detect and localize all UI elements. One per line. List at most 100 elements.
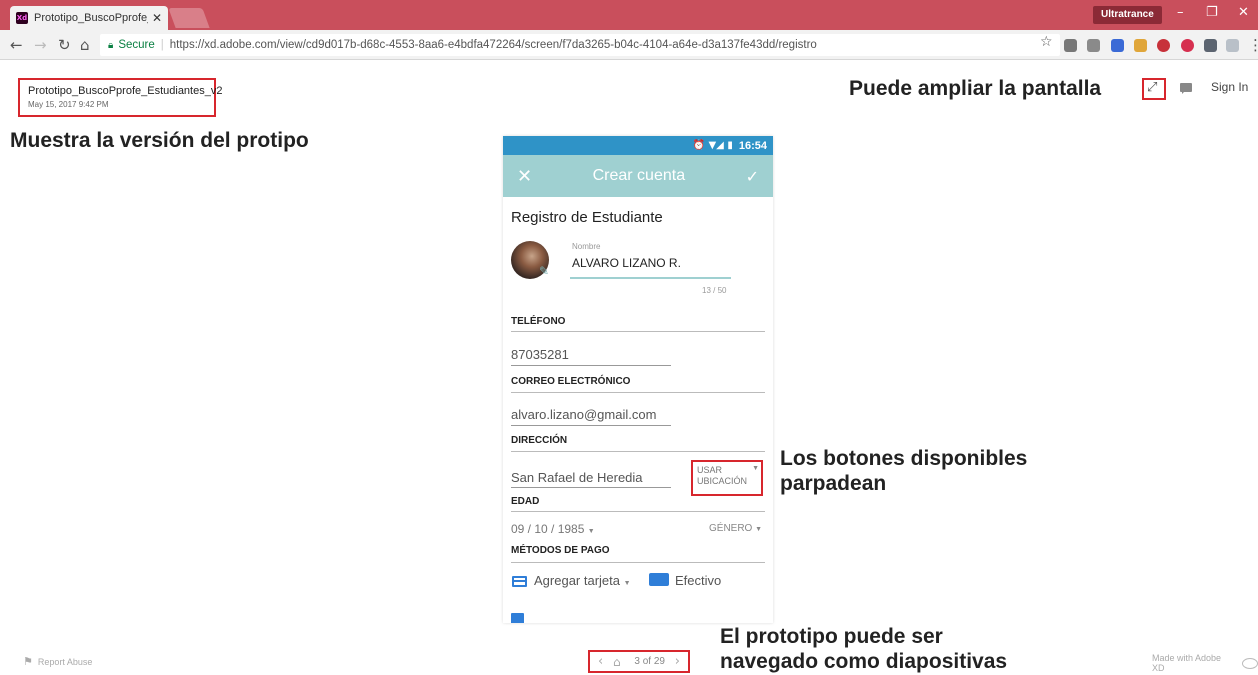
comment-icon[interactable]: [1180, 83, 1192, 94]
close-icon[interactable]: ✕: [517, 166, 532, 187]
annotation-buttons-line-1: Los botones disponibles: [780, 447, 1028, 470]
project-info-box: Prototipo_BuscoPprofe_Estudiantes_v2 May…: [18, 78, 223, 117]
fullscreen-button[interactable]: ⤢: [1142, 78, 1166, 100]
divider: |: [160, 39, 164, 51]
v-extension-icon[interactable]: [1111, 39, 1124, 52]
expand-icon: ⤢: [1147, 80, 1158, 95]
phone-label: TELÉFONO: [511, 316, 566, 327]
name-underline: [570, 277, 731, 279]
app-bar-title: Crear cuenta: [592, 167, 686, 184]
made-with-label: Made with Adobe XD: [1152, 653, 1222, 673]
maximize-icon[interactable]: ❐: [1206, 5, 1218, 20]
name-field[interactable]: ALVARO LIZANO R.: [572, 256, 681, 270]
slide-pager: ‹ ⌂ 3 of 29 ›: [588, 650, 690, 673]
made-with-xd-link[interactable]: Made with Adobe XD: [1152, 653, 1258, 673]
lock-icon: 🔒︎: [108, 39, 114, 51]
gender-select[interactable]: GÉNERO ▼: [709, 523, 762, 534]
annotation-slides: El prototipo puede ser navegado como dia…: [720, 624, 1007, 674]
next-slide-icon[interactable]: ›: [675, 654, 680, 669]
email-underline: [511, 425, 671, 426]
divider: [511, 392, 765, 393]
use-location-button[interactable]: USAR UBICACIÓN ▼: [691, 460, 763, 496]
app-bar: ✕ Crear cuenta ✓: [503, 155, 773, 197]
grey-extension-icon[interactable]: [1226, 39, 1239, 52]
home-slide-icon[interactable]: ⌂: [613, 655, 621, 669]
dropdown-caret-icon: ▼: [752, 465, 759, 472]
screen: Xd Prototipo_BuscoPprofe_E ✕ Ultratrance…: [0, 0, 1258, 675]
dropdown-caret-icon: ▼: [587, 528, 595, 535]
payment-label: MÉTODOS DE PAGO: [511, 545, 610, 556]
address-label: DIRECCIÓN: [511, 435, 568, 446]
add-card-select[interactable]: Agregar tarjeta ▼: [534, 573, 631, 588]
checkbox[interactable]: [511, 613, 524, 623]
divider: [511, 331, 765, 332]
bookmark-star-icon[interactable]: ☆: [1040, 34, 1053, 50]
cash-icon: [649, 573, 669, 586]
status-icons: ⏰ ▼◢ ▮: [692, 140, 733, 151]
email-label: CORREO ELECTRÓNICO: [511, 376, 631, 387]
dropdown-caret-icon: ▼: [623, 580, 631, 587]
prototype-artboard: ⏰ ▼◢ ▮ 16:54 ✕ Crear cuenta ✓ Registro d…: [503, 136, 773, 623]
check-icon[interactable]: ✓: [746, 167, 759, 186]
address-underline: [511, 487, 671, 488]
minimize-icon[interactable]: –: [1177, 5, 1184, 20]
new-tab-button[interactable]: [168, 8, 210, 28]
address-row: ← → ↻ ⌂ 🔒︎ Secure | https://xd.adobe.com…: [0, 30, 1258, 60]
age-label: EDAD: [511, 496, 540, 507]
divider: [511, 451, 765, 452]
status-time: 16:54: [738, 139, 767, 152]
camera-extension-icon[interactable]: [1064, 39, 1077, 52]
annotation-zoom: Puede ampliar la pantalla: [849, 77, 1102, 100]
divider: [511, 562, 765, 563]
annotation-slides-line-1: El prototipo puede ser: [720, 625, 943, 648]
annotation-buttons-line-2: parpadean: [780, 472, 887, 495]
url-input[interactable]: 🔒︎ Secure | https://xd.adobe.com/view/cd…: [100, 34, 1060, 56]
sign-in-link[interactable]: Sign In: [1211, 80, 1248, 94]
gender-value: GÉNERO: [709, 523, 753, 534]
pencil-icon[interactable]: ✎: [539, 264, 549, 278]
flag-icon: ⚑: [23, 655, 33, 668]
back-icon[interactable]: ←: [10, 36, 23, 54]
secure-label: Secure: [118, 39, 155, 51]
project-date: May 15, 2017 9:42 PM: [28, 100, 109, 109]
divider: [511, 511, 765, 512]
cash-option[interactable]: Efectivo: [675, 573, 721, 588]
xd-logo-icon: [1242, 657, 1258, 669]
address-field[interactable]: San Rafael de Heredia: [511, 470, 643, 485]
report-abuse-link[interactable]: ⚑ Report Abuse: [23, 655, 92, 668]
tab-title: Prototipo_BuscoPprofe_E: [34, 12, 148, 24]
project-name: Prototipo_BuscoPprofe_Estudiantes_v2: [28, 85, 223, 97]
use-location-label-1: USAR: [697, 465, 723, 475]
reload-icon[interactable]: ↻: [58, 36, 71, 54]
annotation-slides-line-2: navegado como diapositivas: [720, 650, 1008, 673]
birth-date-select[interactable]: 09 / 10 / 1985 ▼: [511, 522, 595, 536]
annotation-buttons: Los botones disponibles parpadean: [780, 446, 1027, 496]
menu-icon[interactable]: ⋮: [1248, 36, 1258, 54]
pager-count: 3 of 29: [634, 656, 665, 667]
add-card-label: Agregar tarjeta: [534, 573, 620, 588]
previous-slide-icon[interactable]: ‹: [598, 654, 603, 669]
tab-close-icon[interactable]: ✕: [152, 11, 162, 25]
red-circle-extension-icon[interactable]: [1181, 39, 1194, 52]
face-extension-icon[interactable]: [1134, 39, 1147, 52]
adblock-extension-icon[interactable]: [1157, 39, 1170, 52]
xd-favicon-icon: Xd: [16, 12, 28, 24]
annotation-version: Muestra la versión del protipo: [10, 129, 309, 152]
use-location-label-2: UBICACIÓN: [697, 476, 748, 486]
home-icon[interactable]: ⌂: [80, 36, 90, 54]
email-field[interactable]: alvaro.lizano@gmail.com: [511, 407, 656, 422]
name-label: Nombre: [572, 242, 601, 251]
credit-card-icon: [512, 576, 527, 587]
report-abuse-label: Report Abuse: [37, 656, 93, 667]
status-bar: ⏰ ▼◢ ▮ 16:54: [503, 136, 773, 155]
shield-extension-icon[interactable]: [1204, 39, 1217, 52]
browser-tab[interactable]: Xd Prototipo_BuscoPprofe_E ✕: [10, 6, 168, 30]
close-window-icon[interactable]: ✕: [1238, 5, 1249, 20]
forward-icon[interactable]: →: [34, 36, 47, 54]
browser-tab-bar: Xd Prototipo_BuscoPprofe_E ✕ Ultratrance…: [0, 0, 1258, 30]
cast-extension-icon[interactable]: [1087, 39, 1100, 52]
profile-badge[interactable]: Ultratrance: [1093, 6, 1162, 24]
phone-underline: [511, 365, 671, 366]
form-title: Registro de Estudiante: [511, 209, 663, 226]
phone-field[interactable]: 87035281: [511, 347, 569, 362]
